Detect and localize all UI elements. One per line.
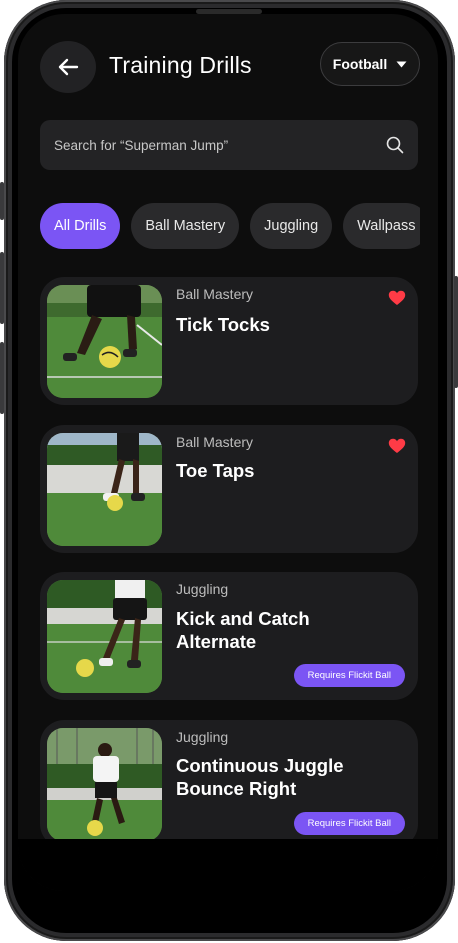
page-title: Training Drills bbox=[109, 52, 252, 78]
drill-category: Juggling bbox=[176, 729, 229, 745]
side-button-power bbox=[454, 276, 458, 388]
drill-thumbnail bbox=[47, 728, 162, 841]
back-button[interactable] bbox=[40, 41, 96, 93]
drill-card[interactable]: Ball Mastery Tick Tocks bbox=[40, 277, 418, 405]
drill-category: Ball Mastery bbox=[176, 434, 254, 450]
chip-ball-mastery[interactable]: Ball Mastery bbox=[131, 203, 240, 249]
drill-thumbnail bbox=[47, 285, 162, 398]
chip-juggling[interactable]: Juggling bbox=[250, 203, 333, 249]
header: Training Drills Football bbox=[40, 41, 420, 93]
search-input[interactable]: Search for “Superman Jump” bbox=[54, 138, 386, 153]
drill-name: Continuous Juggle Bounce Right bbox=[176, 755, 344, 799]
sport-selector-label: Football bbox=[332, 56, 388, 72]
drill-card[interactable]: Juggling Kick and Catch Alternate Requir… bbox=[40, 572, 418, 700]
bottom-bar bbox=[18, 839, 438, 891]
requires-flickit-badge: Requires Flickit Ball bbox=[293, 812, 405, 835]
drill-card[interactable]: Juggling Continuous Juggle Bounce Right … bbox=[40, 720, 418, 848]
drill-category: Juggling bbox=[176, 581, 229, 597]
arrow-left-icon bbox=[58, 58, 79, 76]
heart-icon[interactable] bbox=[388, 438, 406, 454]
drill-thumbnail bbox=[47, 433, 162, 546]
search-bar[interactable]: Search for “Superman Jump” bbox=[40, 120, 418, 170]
side-button-mute bbox=[0, 182, 4, 220]
side-button-volume-up bbox=[0, 252, 4, 324]
filter-chips: All Drills Ball Mastery Juggling Wallpass bbox=[40, 203, 420, 249]
drill-name: Kick and Catch Alternate bbox=[176, 608, 310, 652]
requires-flickit-badge: Requires Flickit Ball bbox=[293, 664, 405, 687]
drill-thumbnail bbox=[47, 580, 162, 693]
sport-selector[interactable]: Football bbox=[320, 42, 420, 86]
drill-category: Ball Mastery bbox=[176, 286, 254, 302]
side-button-volume-down bbox=[0, 342, 4, 414]
chip-all-drills[interactable]: All Drills bbox=[40, 203, 121, 249]
caret-down-icon bbox=[396, 61, 407, 67]
drill-name: Tick Tocks bbox=[176, 314, 270, 335]
app-screen: Training Drills Football Search for “Sup… bbox=[18, 14, 438, 891]
drill-card[interactable]: Ball Mastery Toe Taps bbox=[40, 425, 418, 553]
drill-name: Toe Taps bbox=[176, 460, 255, 481]
heart-icon[interactable] bbox=[388, 290, 406, 306]
chip-wallpass[interactable]: Wallpass bbox=[343, 203, 420, 249]
search-icon[interactable] bbox=[386, 136, 404, 154]
